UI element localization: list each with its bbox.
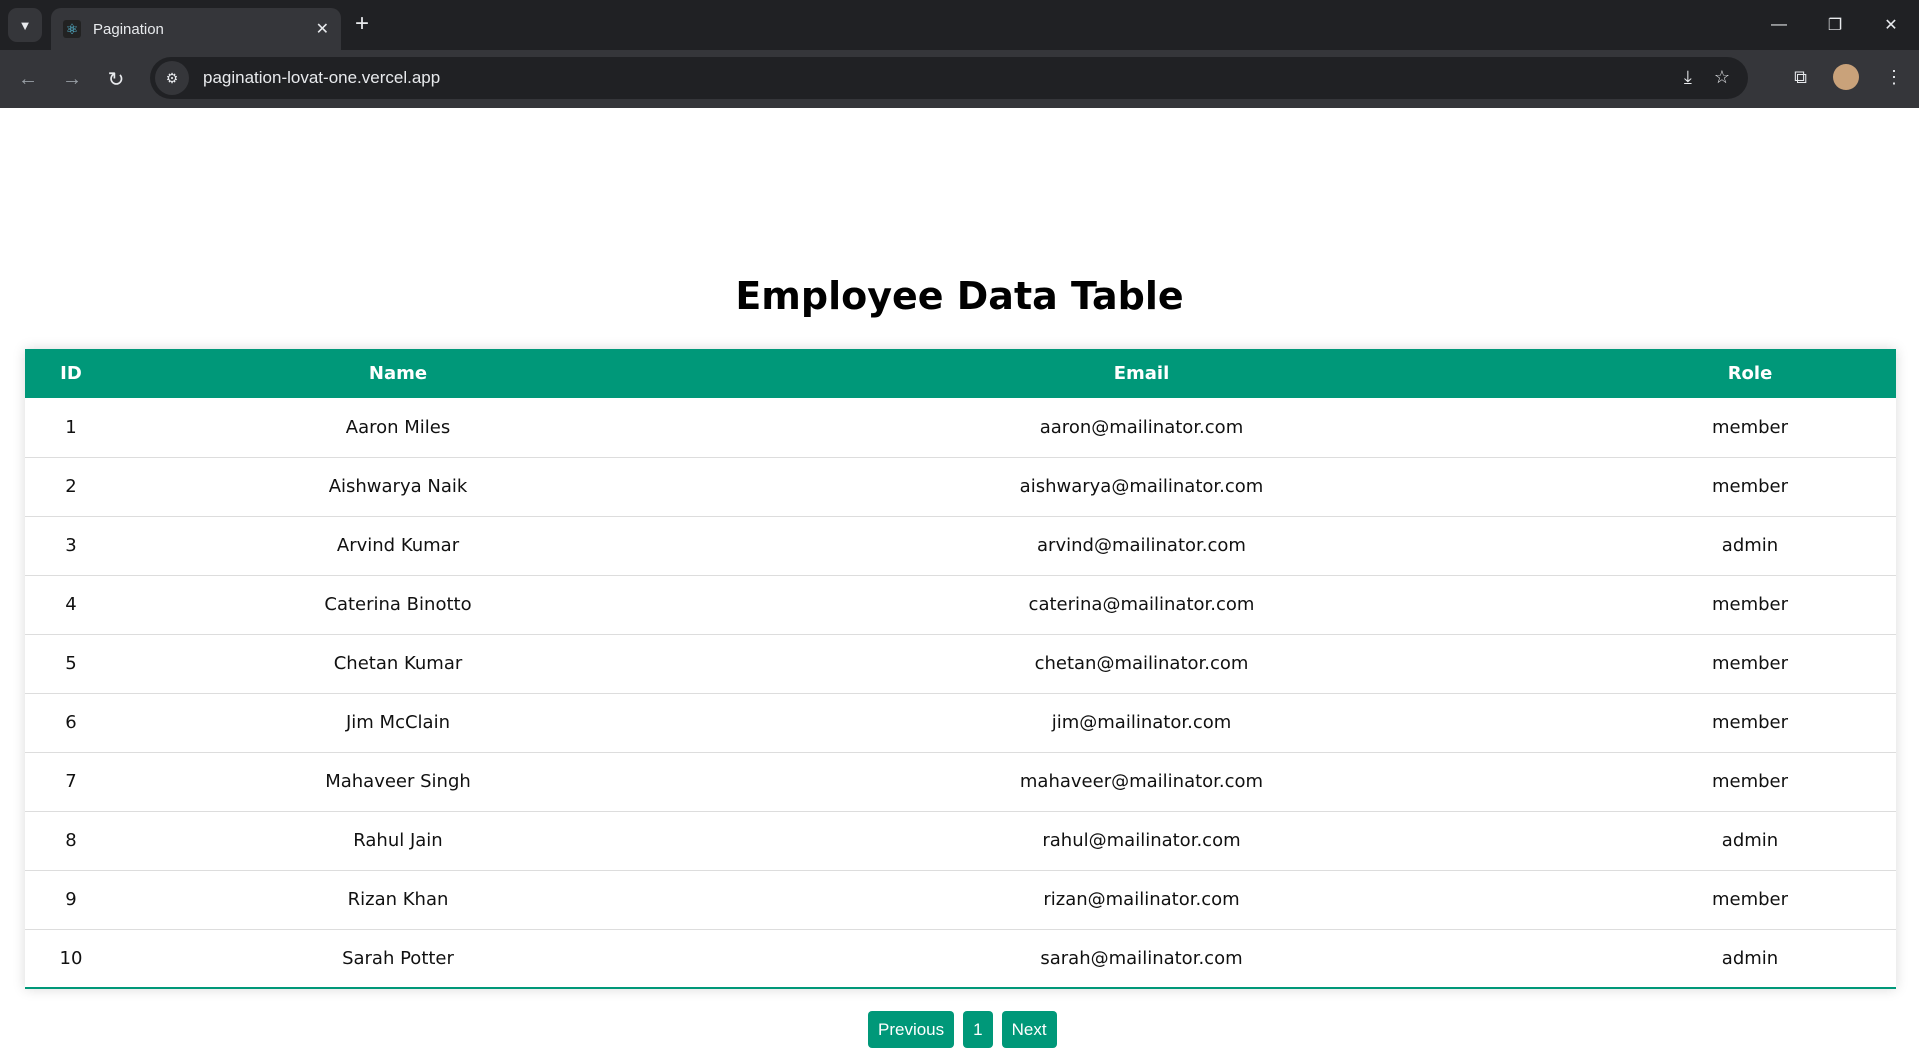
cell-id: 9 bbox=[25, 870, 117, 930]
employee-table: ID Name Email Role 1 Aaron Miles aaron@mai… bbox=[25, 349, 1896, 989]
forward-icon[interactable]: → bbox=[50, 68, 94, 91]
avatar[interactable] bbox=[1833, 64, 1859, 90]
cell-name: Rahul Jain bbox=[117, 811, 679, 871]
pagination: Previous 1 Next bbox=[868, 1011, 1057, 1048]
cell-email: arvind@mailinator.com bbox=[679, 516, 1604, 576]
tab-title: Pagination bbox=[93, 20, 164, 38]
table-row: 3 Arvind Kumar arvind@mailinator.com admin bbox=[25, 516, 1896, 576]
table-row: 7 Mahaveer Singh mahaveer@mailinator.com me… bbox=[25, 752, 1896, 812]
cell-email: aaron@mailinator.com bbox=[679, 398, 1604, 458]
header-role: Role bbox=[1604, 349, 1896, 398]
cell-id: 4 bbox=[25, 575, 117, 635]
cell-name: Mahaveer Singh bbox=[117, 752, 679, 812]
cell-name: Caterina Binotto bbox=[117, 575, 679, 635]
cell-email: rahul@mailinator.com bbox=[679, 811, 1604, 871]
cell-id: 7 bbox=[25, 752, 117, 812]
react-favicon-icon: ⚛ bbox=[63, 20, 81, 38]
header-email: Email bbox=[679, 349, 1604, 398]
restore-icon[interactable]: ❐ bbox=[1807, 0, 1863, 50]
cell-name: Chetan Kumar bbox=[117, 634, 679, 694]
url-text[interactable]: pagination-lovat-one.vercel.app bbox=[203, 68, 440, 88]
tab-search-button[interactable]: ▼ bbox=[8, 8, 42, 42]
cell-role: member bbox=[1604, 870, 1896, 930]
previous-button[interactable]: Previous bbox=[868, 1011, 955, 1048]
cell-role: member bbox=[1604, 634, 1896, 694]
cell-email: aishwarya@mailinator.com bbox=[679, 457, 1604, 517]
cell-id: 3 bbox=[25, 516, 117, 576]
bookmark-star-icon[interactable]: ☆ bbox=[1714, 67, 1730, 88]
browser-toolbar: ← → ↻ ⚙ pagination-lovat-one.vercel.app … bbox=[0, 50, 1919, 108]
browser-tab-bar: ▼ ⚛ Pagination ✕ + — ❐ ✕ bbox=[0, 0, 1919, 50]
table-row: 1 Aaron Miles aaron@mailinator.com member bbox=[25, 398, 1896, 458]
page-1-button[interactable]: 1 bbox=[963, 1011, 993, 1048]
table-header-row: ID Name Email Role bbox=[25, 349, 1896, 398]
extensions-icon[interactable]: ⧉ bbox=[1794, 67, 1807, 88]
cell-role: admin bbox=[1721, 947, 1779, 969]
cell-role: member bbox=[1604, 752, 1896, 812]
cell-role: admin bbox=[1604, 811, 1896, 871]
cell-role: member bbox=[1604, 457, 1896, 517]
cell-id: 8 bbox=[25, 811, 117, 871]
minimize-icon[interactable]: — bbox=[1751, 0, 1807, 50]
cell-id: 5 bbox=[25, 634, 117, 694]
header-id: ID bbox=[25, 349, 117, 398]
new-tab-button[interactable]: + bbox=[355, 10, 369, 38]
cell-email: sarah@mailinator.com bbox=[1040, 947, 1243, 969]
table-row: 10 Sarah Potter sarah@mailinator.com admin bbox=[25, 929, 1896, 988]
chevron-down-icon: ▼ bbox=[18, 17, 32, 33]
back-icon[interactable]: ← bbox=[6, 68, 50, 91]
cell-id: 10 bbox=[59, 947, 83, 969]
site-settings-icon[interactable]: ⚙ bbox=[155, 61, 189, 95]
table-row: 4 Caterina Binotto caterina@mailinator.com… bbox=[25, 575, 1896, 635]
close-window-icon[interactable]: ✕ bbox=[1863, 0, 1919, 50]
menu-icon[interactable]: ⋮ bbox=[1885, 67, 1903, 88]
reload-icon[interactable]: ↻ bbox=[94, 67, 138, 92]
cell-name: Aishwarya Naik bbox=[117, 457, 679, 517]
browser-tab[interactable]: ⚛ Pagination ✕ bbox=[51, 8, 341, 50]
cell-role: admin bbox=[1604, 516, 1896, 576]
cell-email: rizan@mailinator.com bbox=[679, 870, 1604, 930]
table-row: 6 Jim McClain jim@mailinator.com member bbox=[25, 693, 1896, 753]
page-title: Employee Data Table bbox=[735, 274, 1184, 318]
table-row: 9 Rizan Khan rizan@mailinator.com member bbox=[25, 870, 1896, 930]
cell-role: member bbox=[1604, 575, 1896, 635]
header-name: Name bbox=[117, 349, 679, 398]
table-row: 2 Aishwarya Naik aishwarya@mailinator.com m… bbox=[25, 457, 1896, 517]
cell-id: 1 bbox=[25, 398, 117, 458]
cell-email: caterina@mailinator.com bbox=[679, 575, 1604, 635]
cell-role: member bbox=[1604, 693, 1896, 753]
cell-role: member bbox=[1604, 398, 1896, 458]
cell-name: Arvind Kumar bbox=[117, 516, 679, 576]
cell-email: chetan@mailinator.com bbox=[679, 634, 1604, 694]
table-row: 8 Rahul Jain rahul@mailinator.com admin bbox=[25, 811, 1896, 871]
cell-name: Jim McClain bbox=[117, 693, 679, 753]
close-tab-icon[interactable]: ✕ bbox=[316, 19, 329, 39]
cell-email: mahaveer@mailinator.com bbox=[679, 752, 1604, 812]
cell-name: Aaron Miles bbox=[117, 398, 679, 458]
cell-name: Rizan Khan bbox=[117, 870, 679, 930]
cell-name: Sarah Potter bbox=[342, 947, 454, 969]
cell-id: 2 bbox=[25, 457, 117, 517]
cell-id: 6 bbox=[25, 693, 117, 753]
cell-email: jim@mailinator.com bbox=[679, 693, 1604, 753]
install-app-icon[interactable]: ⤓ bbox=[1684, 67, 1692, 88]
address-bar[interactable]: ⚙ pagination-lovat-one.vercel.app ⤓ ☆ bbox=[150, 57, 1748, 99]
table-row: 5 Chetan Kumar chetan@mailinator.com member bbox=[25, 634, 1896, 694]
next-button[interactable]: Next bbox=[1001, 1011, 1057, 1048]
